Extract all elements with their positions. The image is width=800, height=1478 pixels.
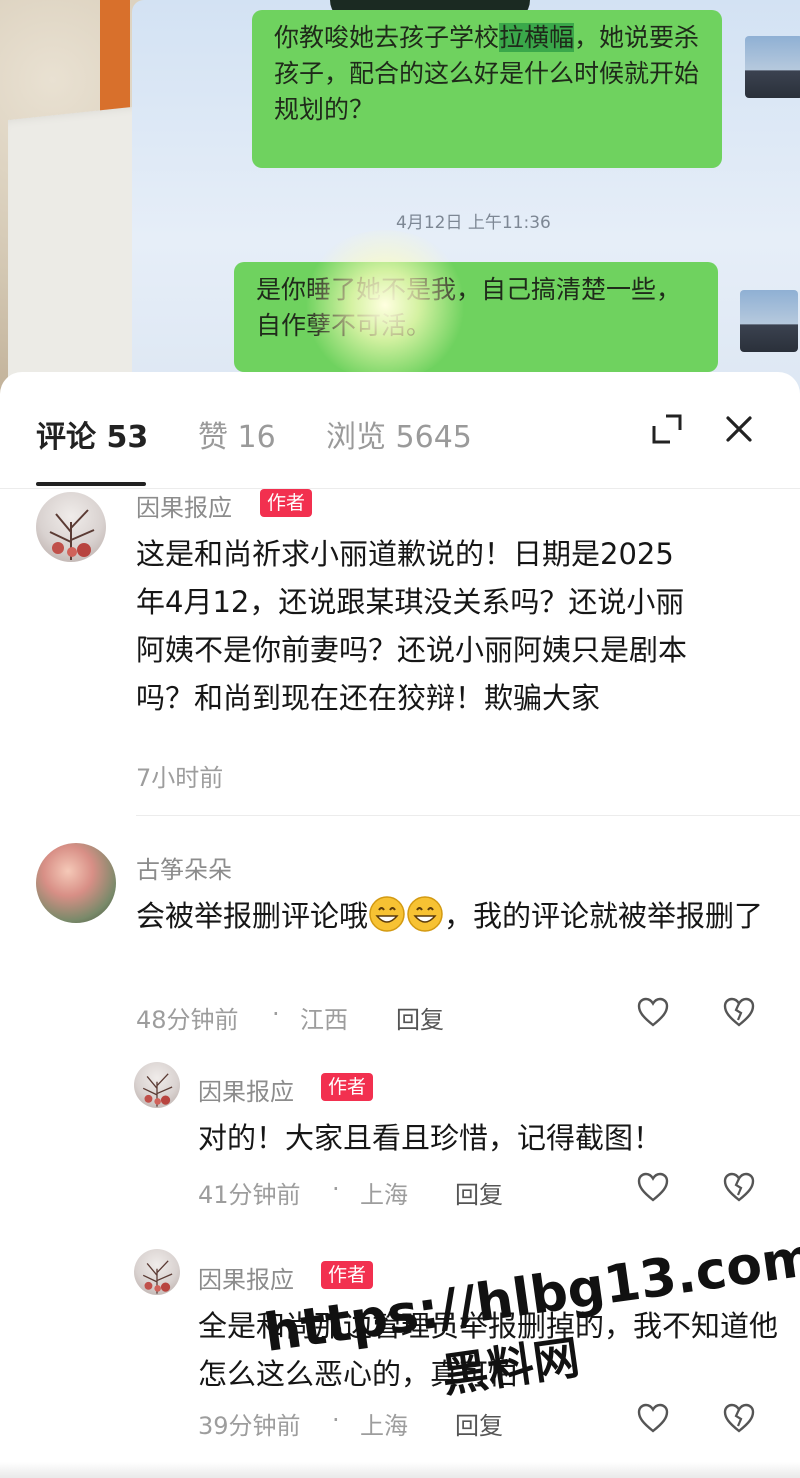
tab-views[interactable]: 浏览 5645 <box>326 412 472 456</box>
meta-separator: · <box>332 1175 340 1203</box>
chat-avatar <box>740 290 798 352</box>
expand-icon[interactable] <box>650 412 684 446</box>
tree-avatar-icon <box>142 1073 173 1107</box>
heart-icon[interactable] <box>636 1402 670 1434</box>
author-badge: 作者 <box>260 489 313 517</box>
chat-avatar <box>745 36 800 98</box>
reply-button[interactable]: 回复 <box>396 1000 444 1035</box>
heart-icon[interactable] <box>636 1171 670 1203</box>
comment-location: 上海 <box>360 1181 408 1209</box>
grin-emoji-icon <box>407 896 443 932</box>
comment-divider <box>136 815 800 816</box>
meta-separator: · <box>332 1406 340 1434</box>
active-tab-indicator <box>36 482 146 486</box>
comment-username[interactable]: 古筝朵朵 <box>136 850 232 885</box>
comment-time: 41分钟前 <box>198 1181 301 1209</box>
comment-text: 会被举报删评论哦 ，我的评论就被举报删了 <box>136 892 776 940</box>
bottom-edge <box>0 1462 800 1478</box>
comment-username[interactable]: 因果报应 <box>136 488 232 523</box>
comment-text: 这是和尚祈求小丽道歉说的！日期是2025年4月12，还说跟某琪没关系吗？还说小丽… <box>136 537 688 715</box>
close-icon[interactable] <box>722 412 756 446</box>
comment-username[interactable]: 因果报应 <box>198 1072 294 1107</box>
tab-likes[interactable]: 赞 16 <box>198 412 276 456</box>
avatar[interactable] <box>36 843 116 923</box>
avatar[interactable] <box>134 1062 180 1108</box>
heart-icon[interactable] <box>636 996 670 1028</box>
avatar[interactable] <box>36 492 106 562</box>
meta-separator: · <box>272 1000 280 1028</box>
chat-timestamp: 4月12日 上午11:36 <box>396 213 551 233</box>
tree-avatar-icon <box>49 509 95 560</box>
broken-heart-icon[interactable] <box>722 996 756 1028</box>
background-photo: 你教唆她去孩子学校拉横幅，她说要杀孩子，配合的这么好是什么时候就开始规划的？ 4… <box>0 0 800 400</box>
tree-avatar-icon <box>142 1260 173 1294</box>
comment-time: 48分钟前 <box>136 1006 239 1034</box>
tab-comments[interactable]: 评论 53 <box>36 412 148 456</box>
broken-heart-icon[interactable] <box>722 1402 756 1434</box>
light-glare <box>300 230 470 380</box>
author-badge: 作者 <box>321 1073 374 1101</box>
avatar[interactable] <box>134 1249 180 1295</box>
reply-button[interactable]: 回复 <box>455 1175 503 1210</box>
tab-divider <box>0 488 800 489</box>
chat-bubble-1: 你教唆她去孩子学校拉横幅，她说要杀孩子，配合的这么好是什么时候就开始规划的？ <box>252 10 722 168</box>
reply-button[interactable]: 回复 <box>455 1406 503 1441</box>
comment-location: 上海 <box>360 1412 408 1440</box>
grin-emoji-icon <box>369 896 405 932</box>
comment-text: 对的！大家且看且珍惜，记得截图！ <box>198 1121 663 1155</box>
comment-time: 7小时前 <box>136 764 224 792</box>
tab-bar: 评论 53 赞 16 浏览 5645 <box>0 372 800 489</box>
comment-location: 江西 <box>300 1006 348 1034</box>
